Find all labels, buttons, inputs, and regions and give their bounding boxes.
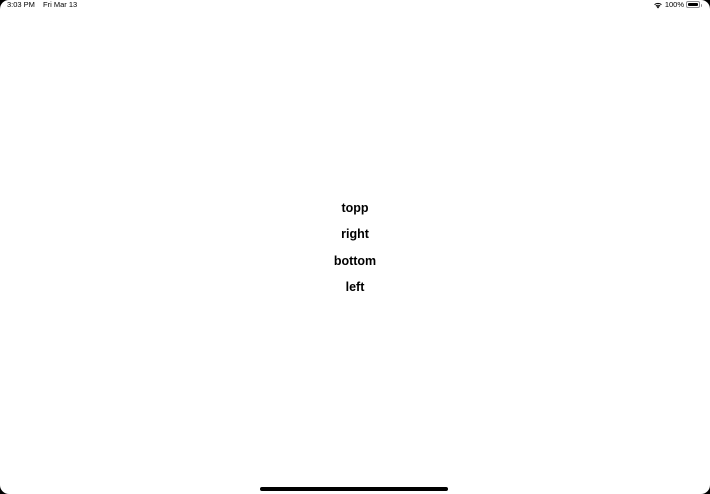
app-screen: 3:03 PM Fri Mar 13 100% topp right botto…: [0, 0, 710, 494]
label-right: right: [341, 227, 369, 242]
status-time: 3:03 PM: [7, 0, 35, 9]
home-indicator[interactable]: [260, 487, 448, 491]
status-date: Fri Mar 13: [43, 0, 78, 9]
label-top: topp: [341, 201, 369, 215]
label-bottom: bottom: [333, 253, 377, 268]
wifi-icon: [654, 2, 662, 8]
status-indicators: 100%: [653, 0, 702, 9]
label-stack: topp right bottom left: [0, 199, 710, 304]
battery-fill: [688, 3, 698, 6]
battery-percent: 100%: [664, 0, 684, 9]
battery-icon: [686, 1, 702, 8]
battery-cap: [700, 3, 702, 7]
status-bar: 3:03 PM Fri Mar 13 100%: [0, 0, 710, 10]
label-left: left: [345, 279, 365, 294]
